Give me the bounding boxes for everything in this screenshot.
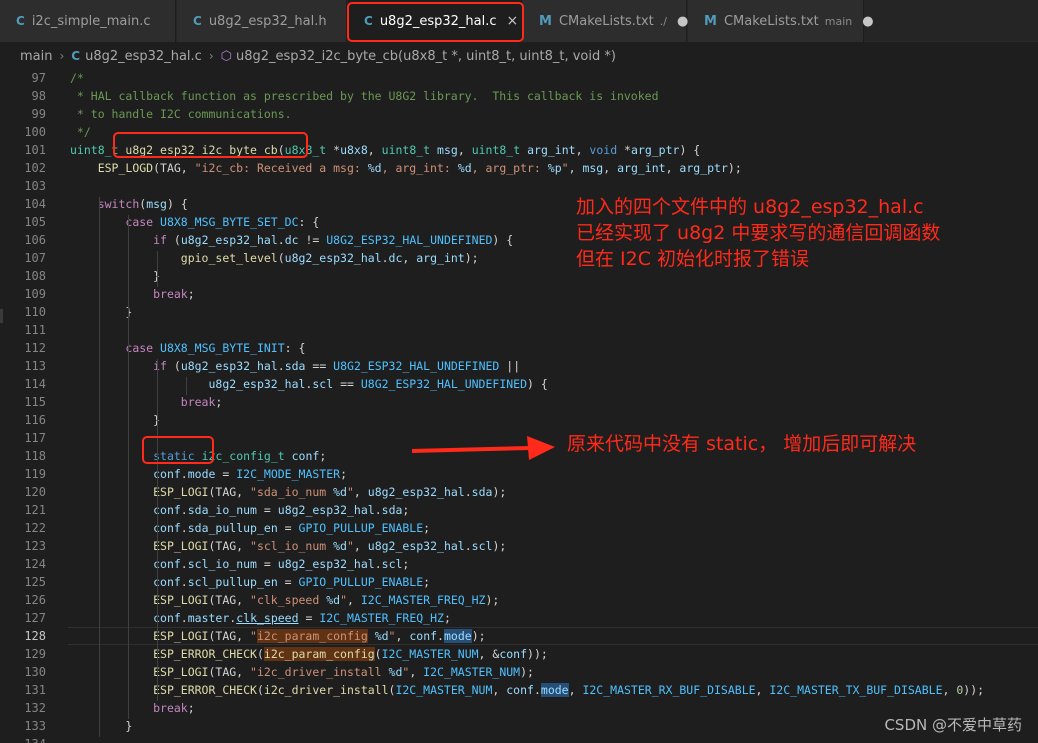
annotation-arrow xyxy=(411,436,555,460)
annotation-line: 加入的四个文件中的 u8g2_esp32_hal.c xyxy=(576,196,924,218)
annotation-line: 但在 I2C 初始化时报了错误 xyxy=(576,248,810,270)
annotation-line: 已经实现了 u8g2 中要求写的通信回调函数 xyxy=(576,222,941,244)
annotation-note-static: 原来代码中没有 static， 增加后即可解决 xyxy=(567,433,917,455)
annotation-note-hal-c: 加入的四个文件中的 u8g2_esp32_hal.c 已经实现了 u8g2 中要… xyxy=(576,194,940,272)
watermark: CSDN @不爱中草药 xyxy=(884,716,1022,734)
